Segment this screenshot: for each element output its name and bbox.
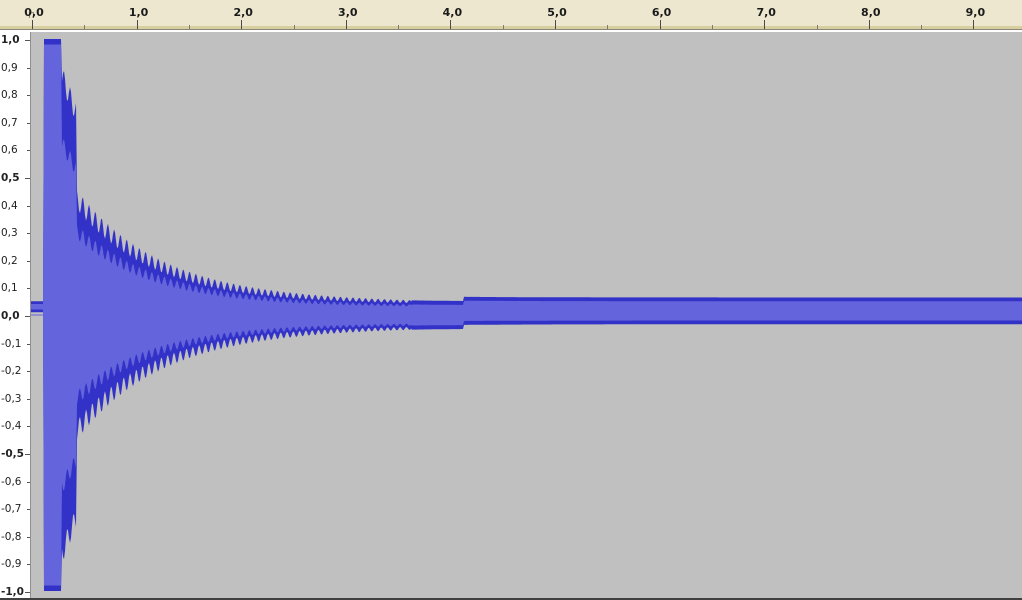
ruler-major-tick — [32, 20, 33, 29]
ruler-tick-label: 2,0 — [233, 6, 253, 19]
amplitude-label: -0,2 — [1, 365, 22, 378]
amplitude-label: 0,1 — [1, 282, 18, 295]
ruler-minor-tick — [607, 25, 609, 29]
ruler-tick-label: 4,0 — [442, 6, 463, 19]
amplitude-label: 0,0 — [1, 310, 20, 322]
ruler-major-tick — [868, 20, 870, 29]
ruler-minor-tick — [502, 25, 504, 29]
amplitude-label: -0,5 — [1, 448, 24, 460]
amplitude-tick — [27, 95, 30, 97]
ruler-major-tick — [555, 20, 556, 29]
ruler-tick-label: 6,0 — [651, 6, 672, 19]
amplitude-tick — [27, 205, 30, 207]
amplitude-label: 0,4 — [1, 199, 18, 212]
ruler-major-tick — [764, 20, 766, 29]
ruler-tick-label: 7,0 — [756, 6, 776, 19]
audio-track[interactable]: 1,0 0,9 0,8 0,7 0,6 0,5 0,4 0,3 0,2 0,1 0,0 -0,1 -0,… — [0, 32, 1022, 598]
amplitude-tick — [27, 288, 30, 290]
amplitude-label: 0,9 — [1, 61, 18, 74]
ruler-tick-label: 5,0 — [547, 6, 567, 19]
amplitude-tick — [27, 67, 30, 69]
ruler-tick-label: 0,0 — [24, 6, 44, 19]
waveform-display[interactable] — [31, 32, 1022, 598]
amplitude-tick — [27, 536, 30, 538]
amplitude-label: -0,9 — [1, 558, 22, 571]
amplitude-label: -0,8 — [1, 530, 22, 543]
amplitude-label: 0,2 — [1, 254, 18, 267]
amplitude-label: 0,8 — [1, 89, 18, 102]
amplitude-label: 1,0 — [1, 34, 20, 46]
amplitude-tick — [25, 316, 30, 317]
amplitude-label: -0,4 — [1, 420, 22, 433]
ruler-major-tick — [973, 20, 975, 29]
amplitude-tick — [27, 509, 30, 511]
amplitude-tick — [25, 178, 30, 179]
amplitude-tick — [27, 150, 30, 152]
amplitude-tick — [25, 40, 30, 41]
ruler-tick-label: 1,0 — [128, 6, 149, 19]
ruler-tick-label: 3,0 — [338, 6, 358, 19]
amplitude-label: 0,7 — [1, 116, 18, 129]
ruler-major-tick — [450, 20, 452, 29]
amplitude-tick — [27, 260, 30, 262]
ruler-minor-tick — [921, 25, 923, 29]
ruler-major-tick — [136, 20, 138, 29]
amplitude-label: 0,5 — [1, 172, 20, 184]
amplitude-tick — [27, 122, 30, 124]
amplitude-label: -0,3 — [1, 392, 22, 405]
amplitude-label: -0,7 — [1, 503, 22, 516]
amplitude-tick — [27, 371, 30, 373]
ruler-minor-tick — [398, 25, 400, 29]
ruler-minor-tick — [816, 25, 818, 29]
ruler-minor-tick — [84, 25, 86, 29]
ruler-tick-label: 9,0 — [965, 6, 986, 19]
ruler-minor-tick — [293, 25, 295, 29]
amplitude-ruler: 1,0 0,9 0,8 0,7 0,6 0,5 0,4 0,3 0,2 0,1 0,0 -0,1 -0,… — [0, 32, 31, 598]
amplitude-label: 0,6 — [1, 144, 18, 157]
amplitude-label: -0,6 — [1, 475, 22, 488]
amplitude-tick — [25, 454, 30, 455]
amplitude-label: -0,1 — [1, 337, 22, 350]
amplitude-tick — [27, 233, 30, 235]
amplitude-tick — [27, 426, 30, 428]
ruler-major-tick — [345, 20, 347, 29]
amplitude-label: 0,3 — [1, 227, 18, 240]
amplitude-tick — [27, 481, 30, 483]
amplitude-label: -1,0 — [1, 586, 24, 598]
ruler-minor-tick — [711, 25, 713, 29]
amplitude-tick — [25, 592, 30, 593]
amplitude-tick — [27, 564, 30, 566]
amplitude-tick — [27, 398, 30, 400]
timeline-ruler[interactable]: ⊓ 0,0 1,0 2,0 3,0 4,0 5,0 6,0 7,0 8,0 9,0 — [0, 0, 1022, 30]
ruler-tick-label: 8,0 — [861, 6, 881, 19]
ruler-major-tick — [659, 20, 661, 29]
amplitude-tick — [27, 343, 30, 345]
ruler-minor-tick — [188, 25, 190, 29]
ruler-major-tick — [241, 20, 243, 29]
